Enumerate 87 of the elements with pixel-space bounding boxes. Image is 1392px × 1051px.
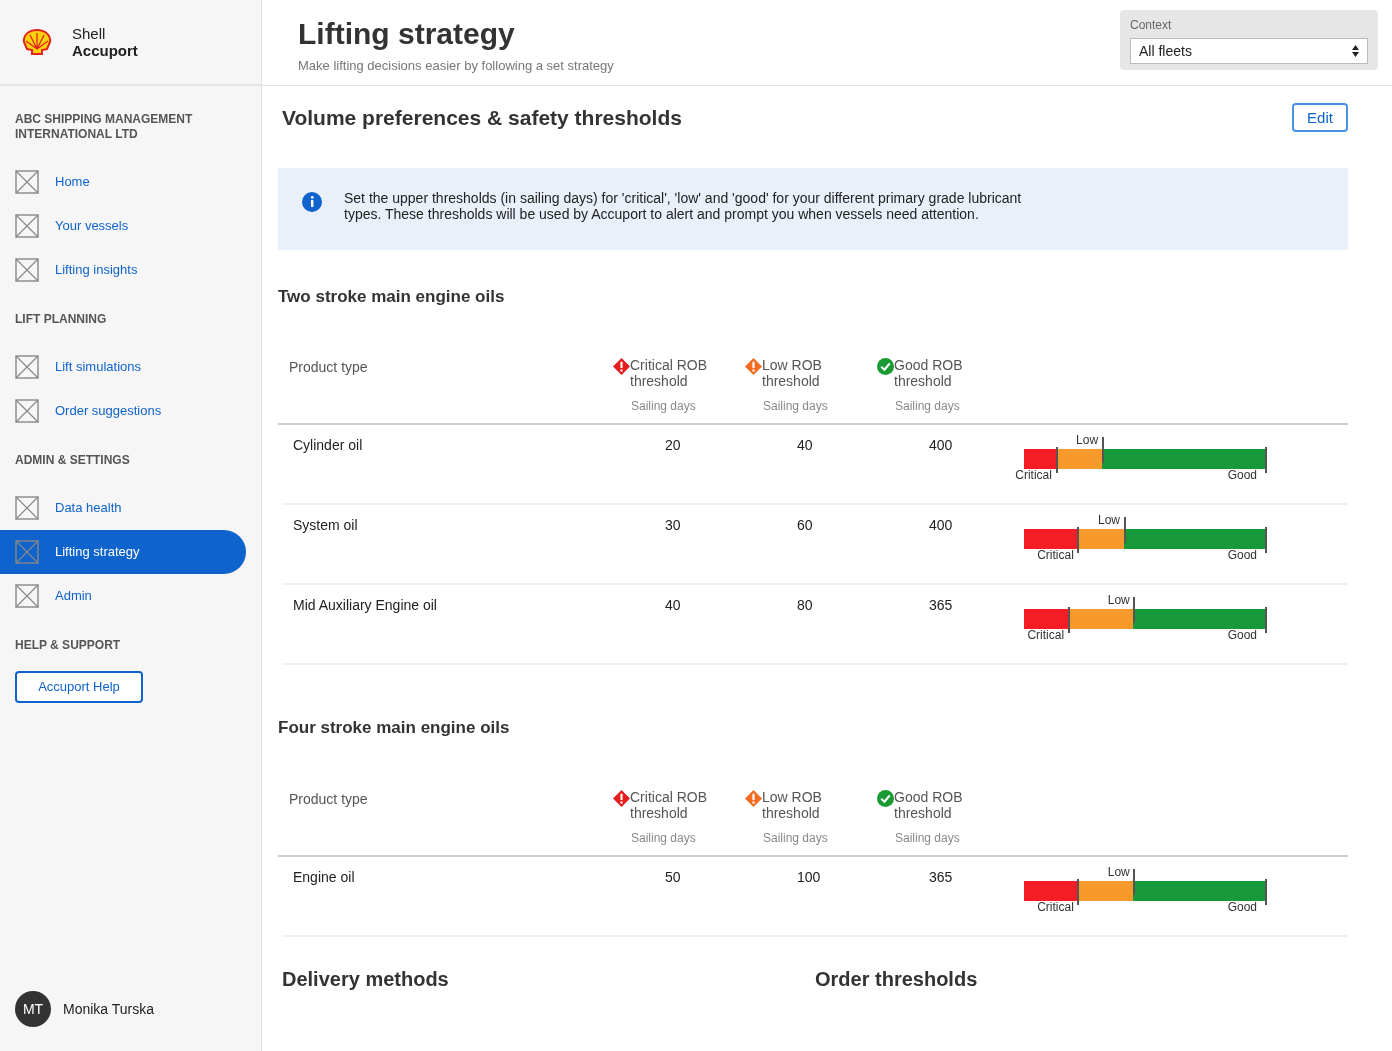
context-label: Context [1130, 17, 1173, 34]
section-title: Delivery methods [282, 966, 450, 991]
bar-label: Critical [1027, 627, 1065, 644]
threshold-value: 80 [796, 596, 814, 615]
image-placeholder-icon [15, 355, 39, 379]
section-heading: ADMIN & SETTINGS [14, 453, 131, 468]
image-placeholder-icon [15, 496, 39, 520]
user-name: Monika Turska [63, 999, 155, 1019]
section-heading: LIFT PLANNING [14, 312, 108, 327]
nav-item[interactable]: Lift simulations [0, 345, 246, 389]
help-button[interactable]: Accuport Help [15, 671, 143, 703]
section-title: Order thresholds [815, 966, 979, 991]
bar-label: Good [1227, 627, 1257, 644]
image-placeholder-icon [15, 540, 39, 564]
shell-logo [22, 29, 52, 55]
bar-label: Low [1107, 592, 1130, 609]
context-select[interactable]: All fleets [1130, 38, 1368, 64]
bar-label: Low [1098, 512, 1120, 529]
nav-item[interactable]: Admin [0, 574, 246, 618]
user-avatar: MT [15, 991, 51, 1027]
column-header: Critical ROB threshold [630, 788, 708, 821]
nav-item[interactable]: Order suggestions [0, 389, 246, 433]
product-name: System oil [292, 516, 359, 535]
alert-icon [613, 358, 630, 375]
check-icon [877, 789, 894, 807]
threshold-value: 400 [928, 436, 954, 455]
panel-title: Volume preferences & safety thresholds [282, 105, 682, 131]
warning-icon [745, 358, 762, 375]
check-icon [877, 358, 894, 375]
threshold-value: 40 [796, 436, 814, 455]
threshold-value: 100 [796, 867, 822, 887]
column-header: Low ROB threshold [762, 788, 823, 821]
section-heading: HELP & SUPPORT [14, 638, 122, 653]
threshold-value: 60 [796, 516, 814, 535]
brand-name: Shell [72, 25, 107, 42]
column-unit: Sailing days [630, 829, 697, 847]
column-header: Critical ROB threshold [630, 357, 708, 389]
bar-label: Good [1227, 898, 1257, 916]
image-placeholder-icon [15, 214, 39, 238]
column-unit: Sailing days [762, 829, 829, 847]
column-unit: Sailing days [762, 398, 829, 415]
column-unit: Sailing days [630, 398, 697, 415]
product-name: Engine oil [292, 867, 356, 887]
column-unit: Sailing days [894, 829, 961, 847]
product-name: Accuport [72, 42, 138, 59]
section-title: Four stroke main engine oils [278, 717, 511, 739]
threshold-value: 365 [928, 867, 954, 887]
threshold-value: 365 [928, 596, 954, 615]
nav-item[interactable]: Lifting strategy [0, 530, 246, 574]
column-header: Product type [288, 358, 369, 377]
nav-item[interactable]: Lifting insights [0, 248, 246, 292]
edit-button[interactable]: Edit [1292, 103, 1348, 133]
info-text: Set the upper thresholds (in sailing days) for 'critical', 'low' and 'good' for your different primary grade lubricant types. These thresholds will be used by Accuport to alert and prompt you when vessels need attention. [344, 189, 1023, 222]
section-title: Two stroke main engine oils [278, 285, 506, 308]
bar-label: Critical [1037, 547, 1074, 564]
threshold-value: 20 [664, 436, 682, 455]
product-name: Cylinder oil [292, 436, 364, 455]
column-unit: Sailing days [894, 398, 961, 415]
bar-label: Good [1227, 467, 1257, 484]
nav-item[interactable]: Data health [0, 486, 246, 530]
section-heading: ABC SHIPPING MANAGEMENT INTERNATIONAL LTD [14, 112, 194, 142]
warning-icon [745, 789, 762, 807]
image-placeholder-icon [15, 399, 39, 423]
page-subtitle: Make lifting decisions easier by following a set strategy [298, 57, 614, 75]
bar-label: Low [1076, 432, 1099, 449]
nav-item[interactable]: Your vessels [0, 204, 246, 248]
bar-label: Low [1107, 863, 1130, 881]
page-title: Lifting strategy [298, 16, 516, 52]
threshold-value: 40 [664, 596, 682, 615]
image-placeholder-icon [15, 258, 39, 282]
image-placeholder-icon [15, 170, 39, 194]
bar-label: Critical [1015, 467, 1052, 484]
select-arrows-icon [1352, 45, 1359, 57]
product-name: Mid Auxiliary Engine oil [292, 596, 438, 615]
column-header: Product type [288, 789, 369, 809]
threshold-value: 30 [664, 516, 682, 535]
threshold-value: 400 [928, 516, 954, 535]
column-header: Low ROB threshold [762, 357, 823, 389]
threshold-value: 50 [664, 867, 682, 887]
nav-item[interactable]: Home [0, 160, 246, 204]
bar-label: Good [1227, 547, 1257, 564]
alert-icon [613, 789, 630, 807]
info-icon [302, 191, 322, 212]
column-header: Good ROB threshold [894, 357, 964, 389]
bar-label: Critical [1037, 898, 1074, 916]
image-placeholder-icon [15, 584, 39, 608]
column-header: Good ROB threshold [894, 788, 964, 821]
